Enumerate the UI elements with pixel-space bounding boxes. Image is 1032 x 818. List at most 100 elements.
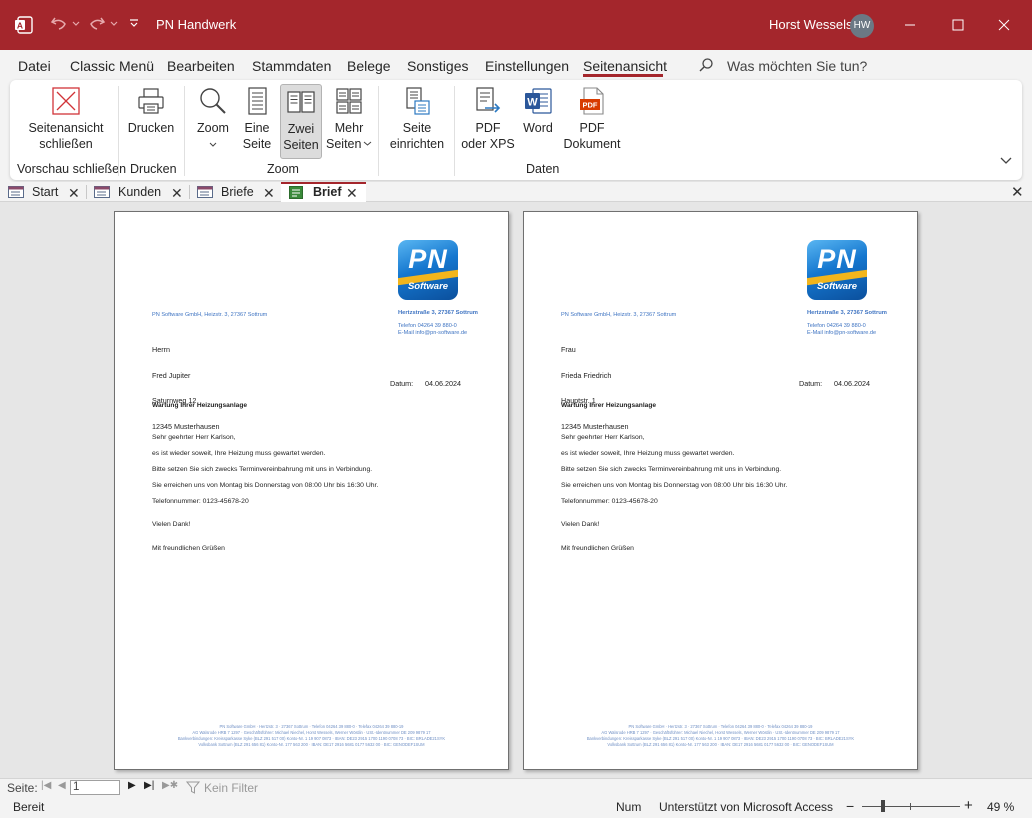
last-page-icon[interactable]: ▶| (144, 780, 154, 791)
minimize-button[interactable] (896, 12, 924, 38)
close-preview-button[interactable]: Seitenansicht schließen (18, 86, 114, 156)
menu-seitenansicht[interactable]: Seitenansicht (583, 58, 667, 74)
body-line: Bitte setzen Sie sich zwecks Terminverei… (152, 466, 373, 473)
tab-label: Briefe (221, 185, 254, 199)
menu-classic-menu[interactable]: Classic Menü (70, 58, 154, 74)
new-page-icon[interactable]: ▶✱ (162, 780, 178, 791)
page-setup-button[interactable]: Seite einrichten (386, 86, 448, 156)
close-tab-icon[interactable]: ✕ (171, 185, 183, 202)
pdf-xps-label-1: PDF (475, 121, 501, 135)
body-line: Mit freundlichen Grüßen (152, 545, 225, 552)
menu-datei[interactable]: Datei (18, 58, 51, 74)
tab-start[interactable]: Start ✕ (0, 182, 86, 202)
logo-pn-text: PN (408, 244, 448, 274)
body-line: Sehr geehrter Herr Karlson, (561, 434, 645, 441)
collapse-ribbon-icon[interactable] (1000, 156, 1012, 166)
filter-status[interactable]: Kein Filter (204, 781, 258, 795)
undo-dropdown-icon[interactable] (72, 14, 80, 32)
zoom-level[interactable]: 49 % (987, 800, 1014, 814)
close-tab-icon[interactable]: ✕ (68, 185, 80, 202)
footer-line: AG Walsrode HRB 7 1297 · Geschäftsführer… (192, 730, 431, 735)
more-pages-label-1: Mehr (334, 121, 364, 135)
next-page-icon[interactable]: ▶ (128, 780, 136, 791)
date-label: Datum: (390, 379, 414, 388)
zoom-label: Zoom (197, 121, 229, 135)
company-phone: Telefon 04264 39 880-0 (398, 323, 457, 329)
more-pages-button[interactable]: Mehr Seiten (326, 86, 372, 156)
maximize-button[interactable] (944, 12, 972, 38)
menu-einstellungen[interactable]: Einstellungen (485, 58, 569, 74)
sender-line: PN Software GmbH, Heizstr. 3, 27367 Sott… (561, 312, 677, 318)
magnifier-icon (200, 88, 226, 114)
supported-by-label: Unterstützt von Microsoft Access (659, 800, 834, 814)
ribbon: Seitenansicht schließen Vorschau schließ… (10, 80, 1022, 180)
date-label: Datum: (799, 379, 823, 388)
menu-bearbeiten[interactable]: Bearbeiten (167, 58, 235, 74)
zoom-slider-track[interactable] (862, 806, 960, 807)
body-line: Mit freundlichen Grüßen (561, 545, 634, 552)
menu-stammdaten[interactable]: Stammdaten (252, 58, 331, 74)
word-export-button[interactable]: W Word (518, 86, 558, 156)
pdf-document-button[interactable]: PDF PDF Dokument (562, 86, 622, 156)
close-window-button[interactable] (990, 12, 1018, 38)
page-number-input[interactable]: 1 (70, 780, 120, 795)
close-document-icon[interactable]: ✕ (1011, 183, 1024, 201)
page-nav-label: Seite: (7, 781, 38, 795)
menu-belege[interactable]: Belege (347, 58, 391, 74)
body-line: Vielen Dank! (152, 521, 191, 528)
close-tab-icon[interactable]: ✕ (263, 185, 275, 202)
body-line: Telefonnummer: 0123-45678-20 (561, 498, 658, 505)
tab-label: Brief (313, 185, 342, 199)
company-logo: PN Software (398, 240, 458, 300)
user-name[interactable]: Horst Wessels (769, 17, 853, 32)
tab-briefe[interactable]: Briefe ✕ (189, 182, 281, 202)
close-preview-label-2: schließen (39, 137, 93, 151)
two-pages-icon (287, 91, 315, 113)
chevron-down-icon (209, 142, 217, 147)
company-email: E-Mail info@pn-software.de (807, 330, 877, 336)
logo-software-text: Software (816, 281, 858, 292)
redo-dropdown-icon[interactable] (110, 14, 118, 32)
close-tab-icon[interactable]: ✕ (346, 185, 358, 202)
zoom-out-button[interactable]: − (846, 798, 854, 814)
tab-brief[interactable]: Brief ✕ (281, 182, 366, 202)
first-page-icon[interactable]: |◀ (41, 780, 51, 791)
previous-page-icon[interactable]: ◀ (58, 780, 66, 791)
company-email: E-Mail info@pn-software.de (398, 330, 468, 336)
print-button[interactable]: Drucken (124, 86, 178, 156)
group-label-close-preview: Vorschau schließen (17, 162, 127, 176)
ribbon-separator (454, 86, 455, 176)
minimize-icon (905, 24, 915, 26)
title-bar: A PN Handwerk Horst Wessels HW (0, 0, 1032, 50)
zoom-slider-center-tick (910, 803, 911, 810)
tab-kunden[interactable]: Kunden ✕ (86, 182, 189, 202)
single-page-icon (248, 87, 267, 115)
one-page-button[interactable]: Eine Seite (238, 86, 276, 156)
zoom-in-button[interactable]: + (964, 797, 973, 814)
undo-icon[interactable] (50, 14, 68, 32)
print-preview-area[interactable]: PN Software PN Software GmbH, Heizstr. 3… (0, 202, 1032, 778)
zoom-button[interactable]: Zoom (192, 86, 234, 156)
close-preview-icon (52, 87, 80, 115)
avatar[interactable]: HW (850, 14, 874, 38)
one-page-label-1: Eine (244, 121, 270, 135)
body-line: Sie erreichen uns von Montag bis Donners… (561, 482, 788, 489)
access-app-icon[interactable]: A (14, 15, 34, 35)
pdf-xps-button[interactable]: PDF oder XPS (460, 86, 516, 156)
word-label: Word (523, 121, 553, 135)
two-pages-button[interactable]: Zwei Seiten (280, 84, 322, 159)
num-lock-indicator: Num (616, 800, 642, 814)
form-icon (197, 186, 213, 198)
recipient-line: Herrn (152, 345, 170, 354)
customize-qat-icon[interactable] (128, 14, 140, 32)
search-icon[interactable] (698, 57, 714, 73)
redo-icon[interactable] (88, 14, 106, 32)
menu-sonstiges[interactable]: Sonstiges (407, 58, 468, 74)
tell-me-search-input[interactable]: Was möchten Sie tun? (727, 58, 867, 74)
ribbon-area: Seitenansicht schließen Vorschau schließ… (0, 80, 1032, 182)
more-pages-label-2: Seiten (326, 137, 362, 151)
two-pages-label-2: Seiten (283, 138, 319, 152)
zoom-slider-thumb[interactable] (881, 800, 885, 812)
chevron-down-icon (364, 141, 372, 146)
form-icon (94, 186, 110, 198)
